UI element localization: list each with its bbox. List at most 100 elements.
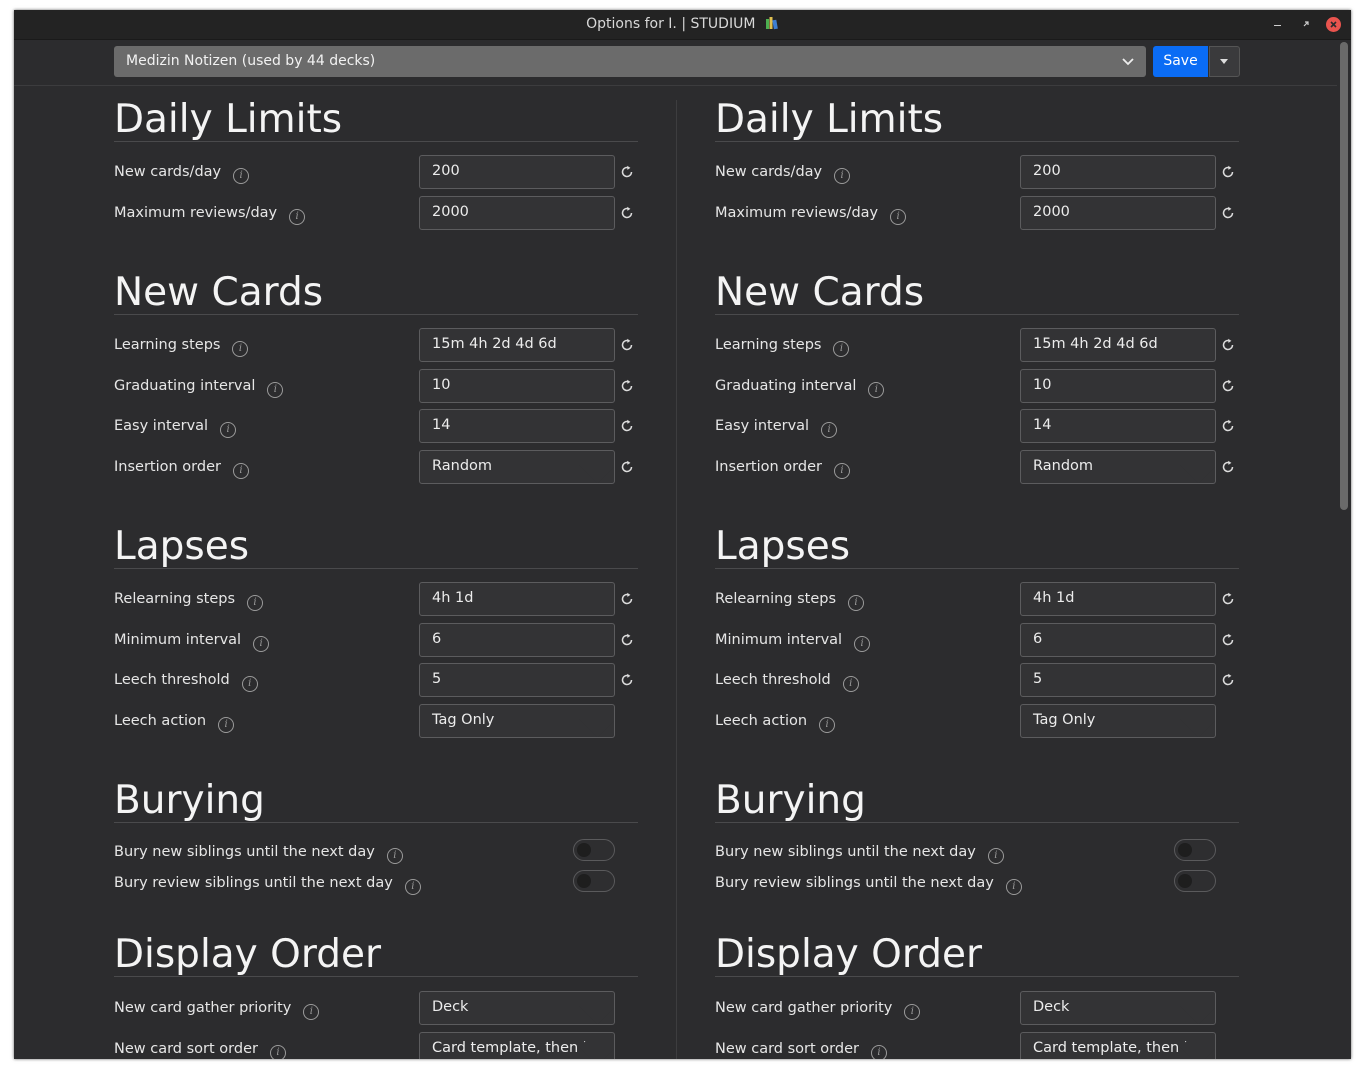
scrollbar-thumb[interactable] — [1340, 42, 1348, 510]
info-icon[interactable]: i — [269, 1045, 286, 1059]
reset-icon[interactable] — [620, 591, 634, 605]
reset-icon[interactable] — [620, 672, 634, 686]
info-icon[interactable]: i — [842, 676, 859, 692]
gather-priority-select[interactable]: Deck — [1020, 991, 1216, 1025]
save-options-dropdown[interactable] — [1209, 46, 1240, 77]
minimize-button[interactable] — [1270, 16, 1286, 32]
reset-icon[interactable] — [1221, 591, 1235, 605]
bury-new-toggle[interactable] — [573, 839, 615, 861]
sort-order-select[interactable]: Card template, then l — [419, 1032, 615, 1059]
relearning-steps-input[interactable]: 4h 1d — [419, 582, 615, 616]
leech-threshold-input[interactable]: 5 — [1020, 663, 1216, 697]
minimum-interval-input[interactable]: 6 — [419, 623, 615, 657]
leech-action-select[interactable]: Tag Only — [419, 704, 615, 738]
scrollbar[interactable] — [1337, 40, 1351, 1059]
setting-label-text: Bury review siblings until the next day — [715, 875, 994, 891]
graduating-interval-input[interactable]: 10 — [419, 369, 615, 403]
reset-icon[interactable] — [1221, 164, 1235, 178]
info-icon[interactable]: i — [303, 1004, 320, 1020]
reset-icon[interactable] — [620, 337, 634, 351]
info-icon[interactable]: i — [834, 168, 851, 184]
reset-icon[interactable] — [620, 418, 634, 432]
reset-icon[interactable] — [1221, 632, 1235, 646]
setting-label-text: New card gather priority — [715, 1000, 893, 1016]
max-reviews-input[interactable]: 2000 — [419, 196, 615, 230]
chevron-down-icon — [1192, 461, 1205, 474]
info-icon[interactable]: i — [833, 463, 850, 479]
info-icon[interactable]: i — [1005, 879, 1022, 895]
reset-icon[interactable] — [620, 205, 634, 219]
row-gather-priority: New card gather priority i Deck — [114, 991, 638, 1025]
info-icon[interactable]: i — [386, 848, 403, 864]
info-icon[interactable]: i — [819, 717, 836, 733]
minimum-interval-input[interactable]: 6 — [1020, 623, 1216, 657]
reset-icon[interactable] — [1221, 337, 1235, 351]
reset-icon[interactable] — [1221, 672, 1235, 686]
section-divider — [114, 568, 638, 569]
insertion-order-select[interactable]: Random — [1020, 450, 1216, 484]
reset-icon[interactable] — [620, 632, 634, 646]
info-icon[interactable]: i — [821, 422, 838, 438]
leech-threshold-input[interactable]: 5 — [419, 663, 615, 697]
info-icon[interactable]: i — [233, 168, 250, 184]
info-icon[interactable]: i — [987, 848, 1004, 864]
relearning-steps-input[interactable]: 4h 1d — [1020, 582, 1216, 616]
section-title: Burying — [114, 778, 265, 823]
setting-label-text: Maximum reviews/day — [715, 205, 879, 221]
row-bury-new: Bury new siblings until the next day i — [114, 835, 638, 869]
new-cards-day-input[interactable]: 200 — [1020, 155, 1216, 189]
learning-steps-input[interactable]: 15m 4h 2d 4d 6d — [419, 328, 615, 362]
insertion-order-select[interactable]: Random — [419, 450, 615, 484]
sort-order-select[interactable]: Card template, then l — [1020, 1032, 1216, 1059]
leech-action-select[interactable]: Tag Only — [1020, 704, 1216, 738]
setting-label: Leech threshold i — [114, 672, 258, 692]
setting-label-text: Random — [432, 458, 493, 474]
info-icon[interactable]: i — [289, 209, 306, 225]
graduating-interval-input[interactable]: 10 — [1020, 369, 1216, 403]
gather-priority-select[interactable]: Deck — [419, 991, 615, 1025]
info-icon[interactable]: i — [854, 636, 871, 652]
info-icon[interactable]: i — [870, 1045, 887, 1059]
easy-interval-input[interactable]: 14 — [419, 409, 615, 443]
toggle-knob — [1178, 843, 1192, 857]
row-new-cards-day: New cards/day i 200 — [114, 155, 638, 189]
info-icon[interactable]: i — [904, 1004, 921, 1020]
bury-review-toggle[interactable] — [1174, 870, 1216, 892]
info-icon[interactable]: i — [232, 341, 249, 357]
info-icon[interactable]: i — [868, 382, 885, 398]
toggle-knob — [1178, 874, 1192, 888]
reset-icon[interactable] — [1221, 378, 1235, 392]
reset-icon[interactable] — [620, 164, 634, 178]
bury-new-toggle[interactable] — [1174, 839, 1216, 861]
info-icon[interactable]: i — [848, 595, 865, 611]
reset-icon[interactable] — [1221, 418, 1235, 432]
preset-select[interactable]: Medizin Notizen (used by 44 decks) — [114, 46, 1146, 77]
info-icon[interactable]: i — [253, 636, 270, 652]
row-bury-review: Bury review siblings until the next day i — [715, 866, 1239, 900]
setting-label-text: Graduating interval — [114, 378, 256, 394]
reset-icon[interactable] — [1221, 205, 1235, 219]
learning-steps-input[interactable]: 15m 4h 2d 4d 6d — [1020, 328, 1216, 362]
close-button[interactable] — [1326, 17, 1341, 32]
info-icon[interactable]: i — [241, 676, 258, 692]
info-icon[interactable]: i — [833, 341, 850, 357]
info-icon[interactable]: i — [890, 209, 907, 225]
info-icon[interactable]: i — [267, 382, 284, 398]
reset-icon[interactable] — [620, 378, 634, 392]
info-icon[interactable]: i — [218, 717, 235, 733]
save-button[interactable]: Save — [1153, 46, 1208, 77]
info-icon[interactable]: i — [404, 879, 421, 895]
toggle-knob — [577, 874, 591, 888]
reset-icon[interactable] — [1221, 459, 1235, 473]
info-icon[interactable]: i — [232, 463, 249, 479]
setting-label: New cards/day i — [114, 164, 250, 184]
new-cards-day-input[interactable]: 200 — [419, 155, 615, 189]
info-icon[interactable]: i — [247, 595, 264, 611]
easy-interval-input[interactable]: 14 — [1020, 409, 1216, 443]
info-icon[interactable]: i — [220, 422, 237, 438]
restore-button[interactable] — [1298, 16, 1314, 32]
max-reviews-input[interactable]: 2000 — [1020, 196, 1216, 230]
section-title: Display Order — [114, 932, 381, 977]
bury-review-toggle[interactable] — [573, 870, 615, 892]
reset-icon[interactable] — [620, 459, 634, 473]
